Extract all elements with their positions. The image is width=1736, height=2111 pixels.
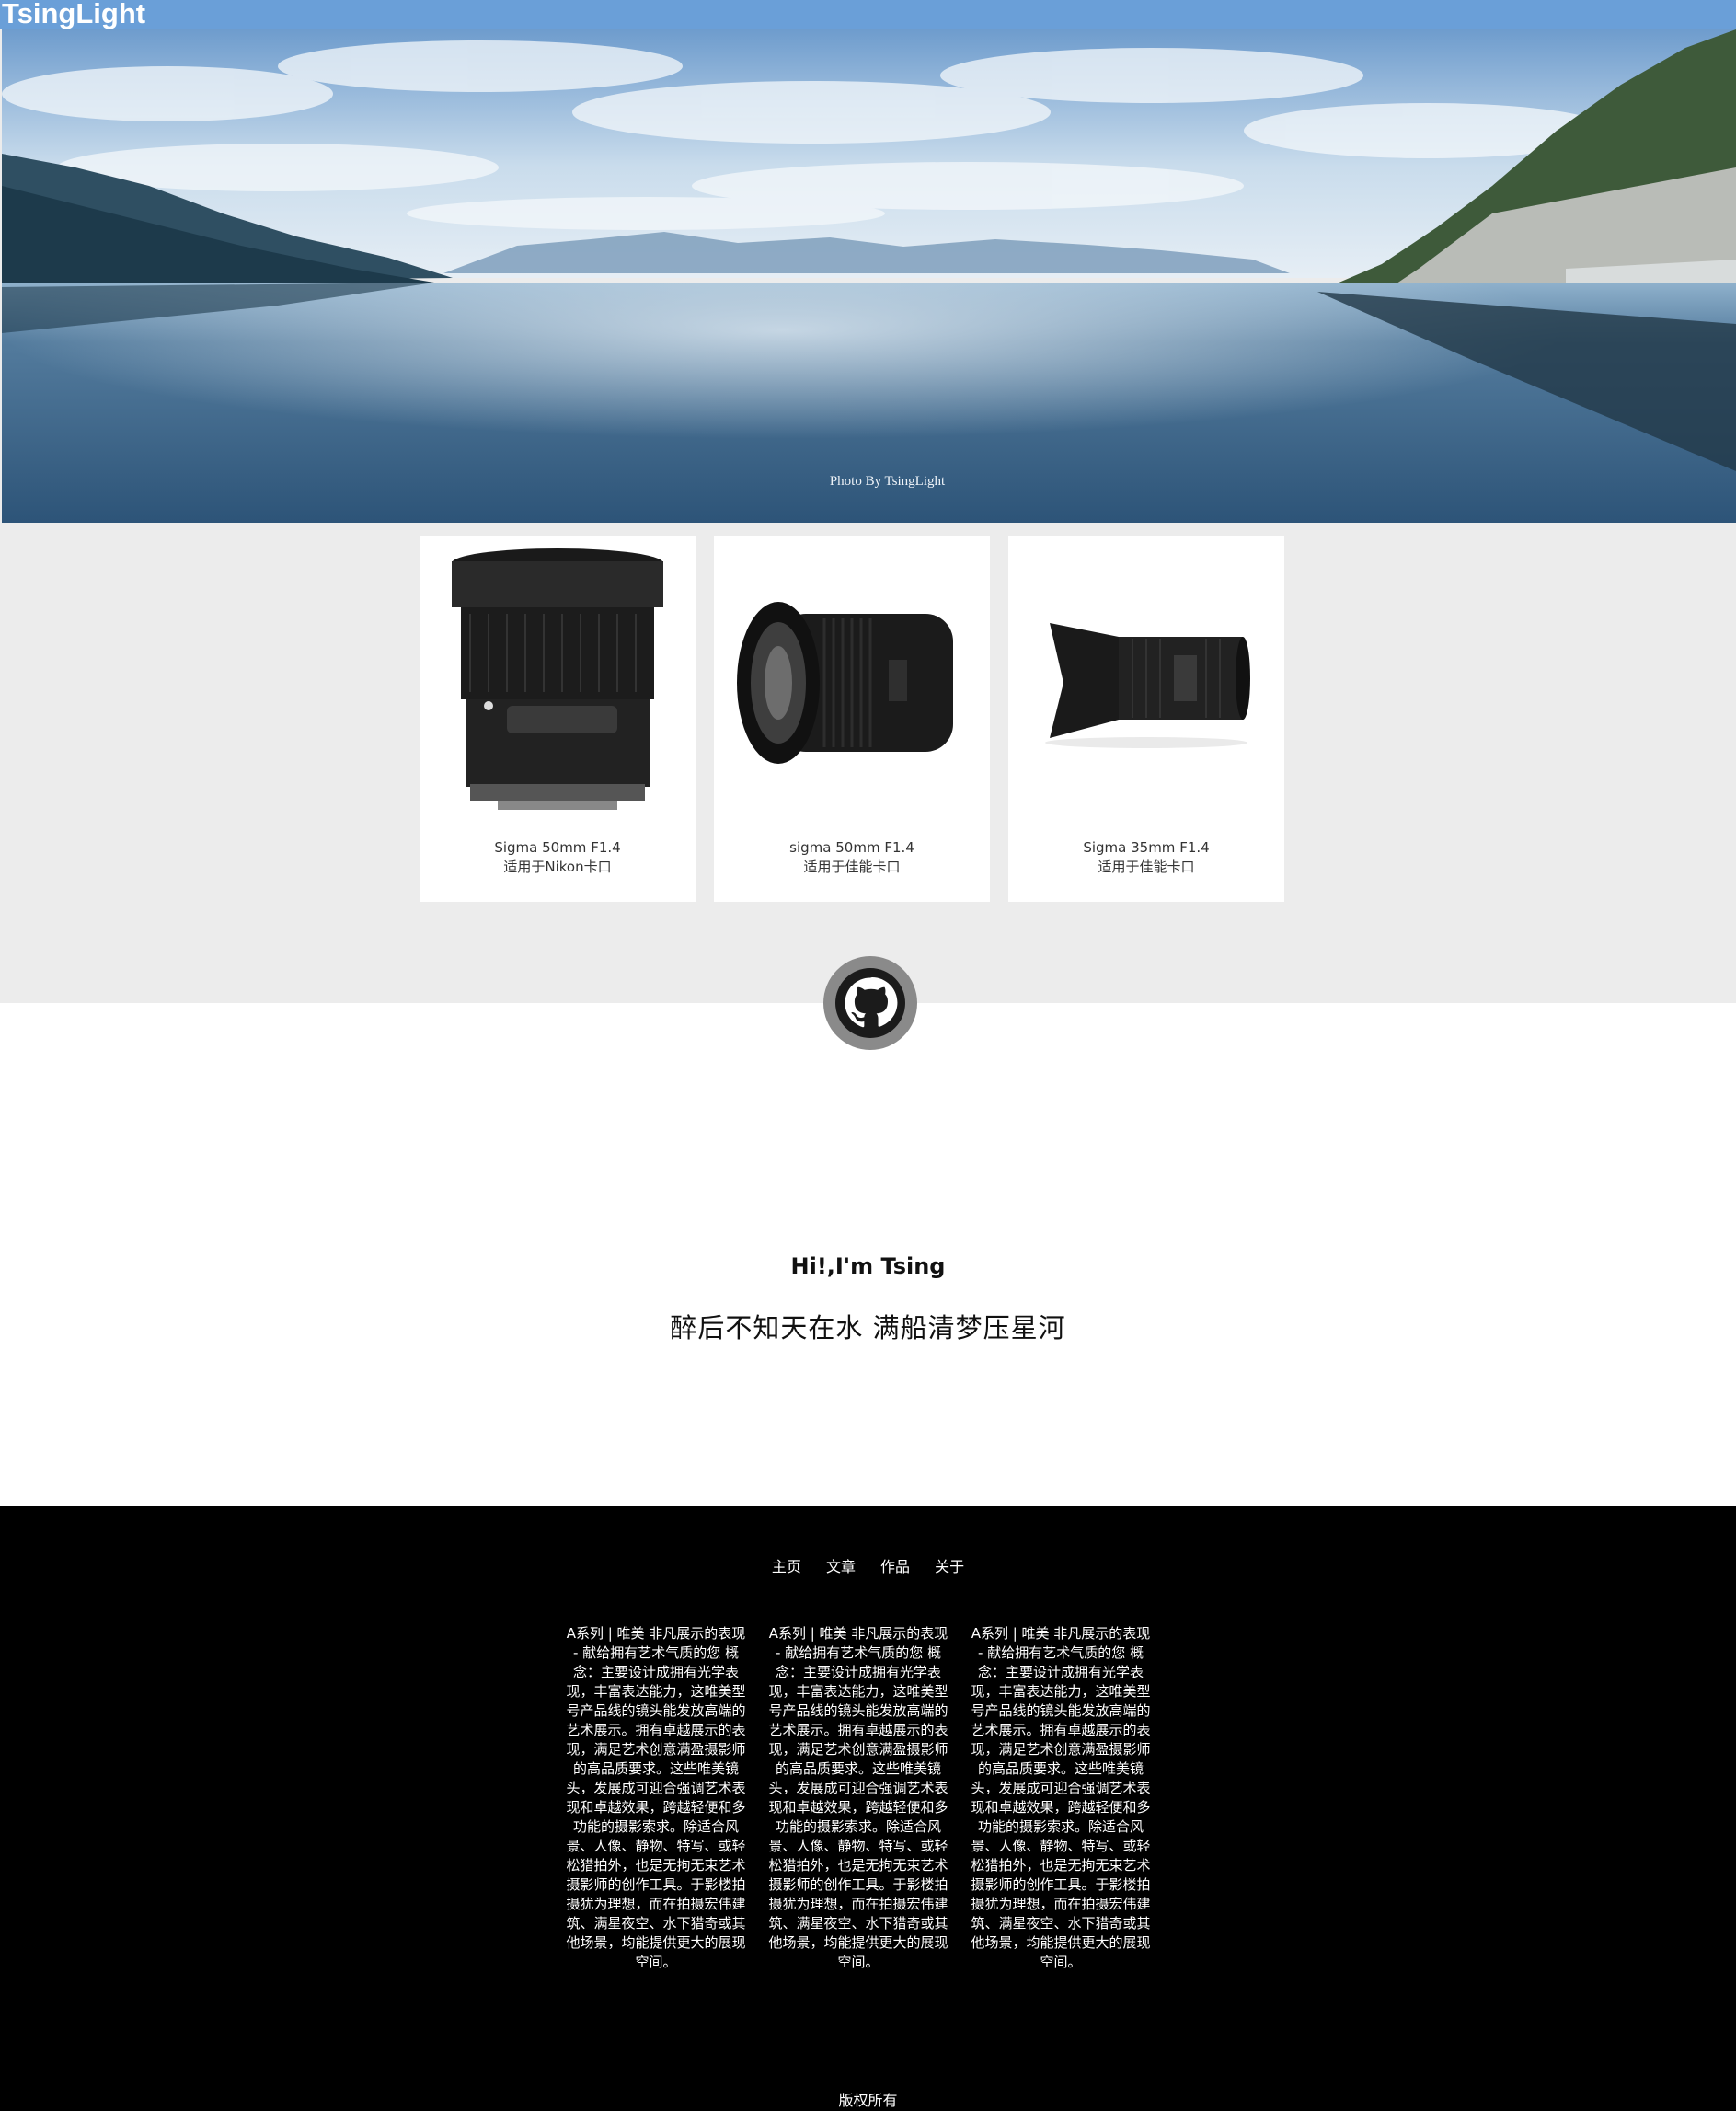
product-card[interactable]: Sigma 35mm F1.4 适用于佳能卡口: [1008, 536, 1284, 902]
top-bar: TsingLight: [0, 0, 1736, 29]
photo-credit: Photo By TsingLight: [829, 474, 946, 489]
product-mount: 适用于Nikon卡口: [503, 859, 612, 875]
nav-home[interactable]: 主页: [772, 1554, 801, 1576]
hero-banner: Photo By TsingLight: [2, 29, 1736, 523]
product-card[interactable]: sigma 50mm F1.4 适用于佳能卡口: [714, 536, 990, 902]
nav-articles[interactable]: 文章: [826, 1554, 856, 1576]
footer-column: A系列 | 唯美 非凡展示的表现 - 献给拥有艺术气质的您 概念：主要设计成拥有…: [971, 1625, 1151, 1970]
product-name: Sigma 50mm F1.4: [494, 839, 621, 856]
nav-works[interactable]: 作品: [880, 1554, 910, 1576]
product-name: sigma 50mm F1.4: [789, 839, 914, 856]
greeting-heading: Hi!,I'm Tsing: [790, 1253, 946, 1279]
footer-column: A系列 | 唯美 非凡展示的表现 - 献给拥有艺术气质的您 概念：主要设计成拥有…: [566, 1625, 746, 1970]
footer-nav: 主页 文章 作品 关于: [0, 1554, 1736, 1576]
github-icon[interactable]: [835, 968, 905, 1038]
lens-image: [452, 548, 663, 810]
hero-landscape-image: [2, 29, 1736, 523]
lens-image: [1045, 623, 1250, 748]
lens-image: [737, 602, 953, 764]
brand-logo[interactable]: TsingLight: [2, 0, 145, 30]
product-card[interactable]: Sigma 50mm F1.4 适用于Nikon卡口: [420, 536, 696, 902]
product-mount: 适用于佳能卡口: [803, 859, 901, 875]
product-name: Sigma 35mm F1.4: [1083, 839, 1210, 856]
poem-text: 醉后不知天在水 满船清梦压星河: [670, 1312, 1066, 1344]
copyright-text: 版权所有: [838, 2092, 898, 2109]
product-mount: 适用于佳能卡口: [1098, 859, 1195, 875]
avatar[interactable]: [823, 956, 917, 1050]
nav-about[interactable]: 关于: [935, 1554, 964, 1576]
footer-column: A系列 | 唯美 非凡展示的表现 - 献给拥有艺术气质的您 概念：主要设计成拥有…: [768, 1625, 948, 1970]
product-cards: Sigma 50mm F1.4 适用于Nikon卡口 sigma 50mm F1…: [420, 536, 1316, 902]
footer: 主页 文章 作品 关于 A系列 | 唯美 非凡展示的表现 - 献给拥有艺术气质的…: [0, 1506, 1736, 2111]
